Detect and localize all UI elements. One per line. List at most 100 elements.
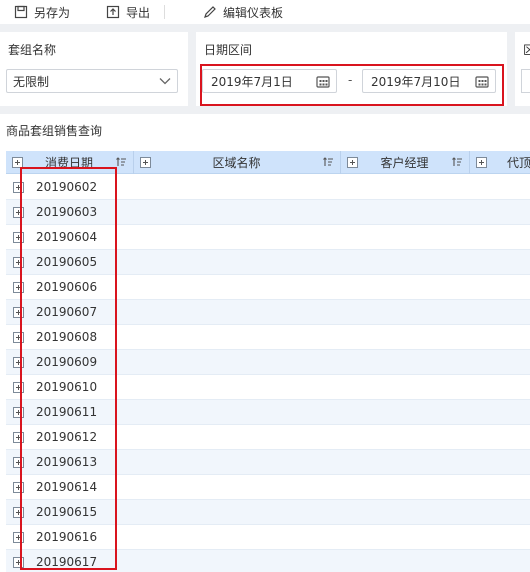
start-date-value: 2019年7月1日	[211, 74, 293, 89]
table-row[interactable]: 20190615	[6, 500, 530, 525]
table-row[interactable]: 20190611	[6, 400, 530, 425]
expand-icon[interactable]	[12, 281, 24, 293]
date-separator: -	[348, 73, 353, 87]
row-expand-cell	[6, 531, 30, 543]
row-expand-cell	[6, 556, 30, 568]
export-icon	[106, 5, 120, 19]
table-header: 消费日期 区域名称 客户经理 代顶	[6, 150, 530, 174]
expand-icon[interactable]	[12, 181, 24, 193]
region-filter: 区	[515, 32, 530, 106]
region-select[interactable]	[521, 69, 530, 93]
date-cell: 20190607	[36, 305, 98, 319]
table-row[interactable]: 20190613	[6, 450, 530, 475]
date-cell: 20190615	[36, 505, 98, 519]
table-body: 20190602 20190603 20190604 20190605 20190606…	[6, 175, 530, 572]
row-expand-cell	[6, 456, 30, 468]
table-row[interactable]: 20190610	[6, 375, 530, 400]
sort-icon[interactable]	[322, 156, 334, 168]
chevron-down-icon	[159, 78, 171, 85]
date-cell: 20190608	[36, 330, 98, 344]
report-panel: 商品套组销售查询 消费日期 区域名称 客户经理 代顶 20190602 2019…	[0, 114, 530, 572]
date-cell: 20190611	[36, 405, 98, 419]
expand-icon[interactable]	[12, 406, 24, 418]
row-expand-cell	[6, 506, 30, 518]
date-cell: 20190614	[36, 480, 98, 494]
end-date-input[interactable]: 2019年7月10日	[362, 69, 496, 93]
sort-icon[interactable]	[451, 156, 463, 168]
column-header-agent[interactable]: 代顶	[470, 151, 530, 174]
calendar-icon[interactable]	[316, 75, 330, 88]
expand-icon[interactable]	[12, 531, 24, 543]
row-expand-cell	[6, 331, 30, 343]
expand-icon[interactable]	[12, 506, 24, 518]
column-header-region[interactable]: 区域名称	[134, 150, 341, 174]
group-name-value: 无限制	[13, 74, 50, 89]
table-row[interactable]: 20190606	[6, 275, 530, 300]
table-row[interactable]: 20190614	[6, 475, 530, 500]
column-header-date[interactable]: 消费日期	[6, 150, 134, 174]
table-row[interactable]: 20190608	[6, 325, 530, 350]
expand-icon[interactable]	[347, 156, 358, 168]
row-expand-cell	[6, 356, 30, 368]
region-label: 区	[523, 43, 530, 57]
end-date-value: 2019年7月10日	[371, 74, 461, 89]
date-cell: 20190613	[36, 455, 98, 469]
table-row[interactable]: 20190612	[6, 425, 530, 450]
table-row[interactable]: 20190603	[6, 200, 530, 225]
sort-icon[interactable]	[115, 156, 127, 168]
table-row[interactable]: 20190604	[6, 225, 530, 250]
toolbar-divider	[164, 5, 166, 19]
row-expand-cell	[6, 431, 30, 443]
expand-icon[interactable]	[140, 156, 151, 168]
table-row[interactable]: 20190616	[6, 525, 530, 550]
expand-icon[interactable]	[12, 306, 24, 318]
expand-icon[interactable]	[12, 431, 24, 443]
expand-icon[interactable]	[12, 481, 24, 493]
expand-icon[interactable]	[12, 256, 24, 268]
expand-icon[interactable]	[476, 156, 487, 168]
column-label: 代顶	[507, 155, 530, 170]
expand-icon[interactable]	[12, 356, 24, 368]
row-expand-cell	[6, 406, 30, 418]
column-header-manager[interactable]: 客户经理	[341, 150, 470, 174]
row-expand-cell	[6, 481, 30, 493]
row-expand-cell	[6, 381, 30, 393]
row-expand-cell	[6, 306, 30, 318]
expand-icon[interactable]	[12, 456, 24, 468]
row-expand-cell	[6, 181, 30, 193]
date-range-filter: 日期区间 2019年7月1日 - 2019年7月10日	[196, 32, 507, 106]
report-title: 商品套组销售查询	[6, 124, 103, 138]
save-as-button[interactable]: 另存为	[14, 0, 70, 24]
date-cell: 20190609	[36, 355, 98, 369]
dashboard-page: 另存为 导出 编辑仪表板 套组名称 无限制 日期区间 2019年7月1日 - 2…	[0, 0, 530, 572]
save-icon	[14, 5, 28, 19]
expand-icon[interactable]	[12, 556, 24, 568]
row-expand-cell	[6, 281, 30, 293]
row-expand-cell	[6, 231, 30, 243]
export-button[interactable]: 导出	[106, 0, 150, 24]
date-cell: 20190605	[36, 255, 98, 269]
table-row[interactable]: 20190609	[6, 350, 530, 375]
table-row[interactable]: 20190607	[6, 300, 530, 325]
group-name-filter: 套组名称 无限制	[0, 32, 188, 106]
date-cell: 20190604	[36, 230, 98, 244]
table-row[interactable]: 20190605	[6, 250, 530, 275]
group-name-select[interactable]: 无限制	[6, 69, 178, 93]
expand-icon[interactable]	[12, 381, 24, 393]
save-as-label: 另存为	[34, 5, 71, 20]
date-cell: 20190610	[36, 380, 98, 394]
expand-icon[interactable]	[12, 206, 24, 218]
date-cell: 20190602	[36, 180, 98, 194]
date-cell: 20190616	[36, 530, 98, 544]
expand-icon[interactable]	[12, 156, 23, 168]
table-row[interactable]: 20190602	[6, 175, 530, 200]
row-expand-cell	[6, 206, 30, 218]
expand-icon[interactable]	[12, 331, 24, 343]
edit-dashboard-button[interactable]: 编辑仪表板	[203, 0, 283, 24]
calendar-icon[interactable]	[475, 75, 489, 88]
date-cell: 20190617	[36, 555, 98, 569]
table-row[interactable]: 20190617	[6, 550, 530, 572]
expand-icon[interactable]	[12, 231, 24, 243]
group-name-label: 套组名称	[8, 43, 57, 57]
start-date-input[interactable]: 2019年7月1日	[202, 69, 337, 93]
